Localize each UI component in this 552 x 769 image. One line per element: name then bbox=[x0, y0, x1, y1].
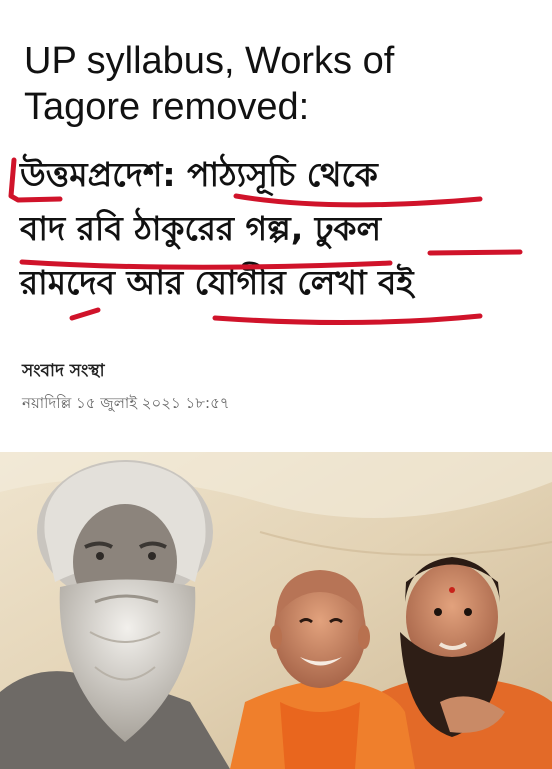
dateline: নয়াদিল্লি ১৫ জুলাই ২০২১ ১৮:৫৭ bbox=[22, 394, 230, 412]
bengali-headline-line-3: রামদেব আর যোগীর লেখা বই bbox=[20, 263, 414, 302]
english-headline: UP syllabus, Works of Tagore removed: bbox=[24, 38, 534, 130]
news-photo bbox=[0, 452, 552, 769]
bengali-headline: উত্তমপ্রদেশ: পাঠ্যসূচি থেকে বাদ রবি ঠাকু… bbox=[20, 148, 540, 310]
byline: সংবাদ সংস্থা bbox=[22, 361, 105, 381]
underline-mark-5 bbox=[212, 313, 483, 326]
underline-mark-4 bbox=[69, 307, 101, 321]
bengali-headline-line-1: উত্তমপ্রদেশ: পাঠ্যসূচি থেকে bbox=[20, 155, 378, 194]
news-card: UP syllabus, Works of Tagore removed: উত… bbox=[0, 0, 552, 769]
bengali-headline-line-2: বাদ রবি ঠাকুরের গল্প, ঢুকল bbox=[20, 209, 382, 248]
english-headline-line-2: Tagore removed: bbox=[24, 86, 310, 128]
english-headline-line-1: UP syllabus, Works of bbox=[24, 40, 395, 82]
